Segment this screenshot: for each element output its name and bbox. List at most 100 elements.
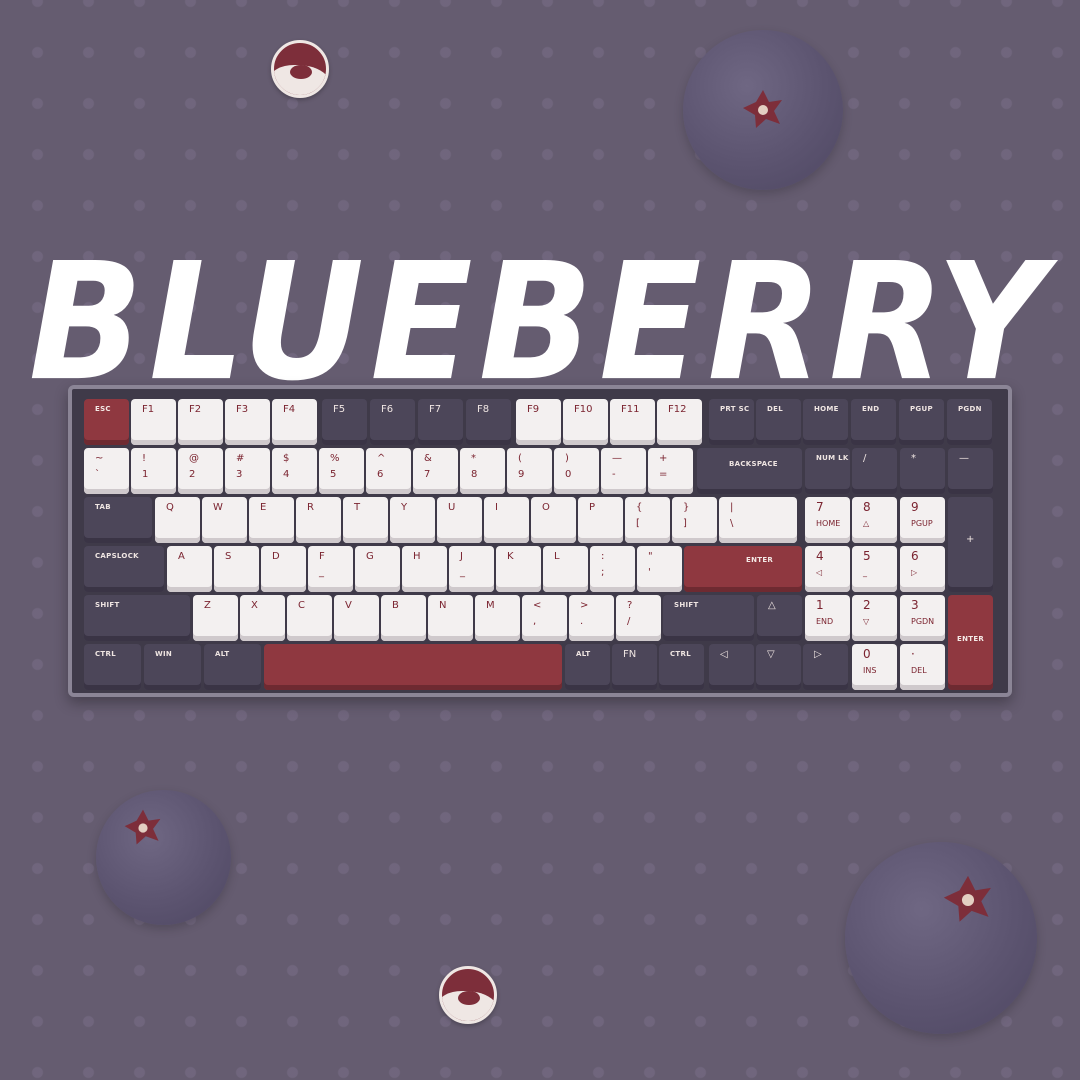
key-m[interactable]: M [475, 595, 520, 641]
key-h[interactable]: H [402, 546, 447, 592]
key-symbol[interactable]: + [948, 497, 993, 592]
key-symbol[interactable]: ▷ [803, 644, 848, 690]
key-f9[interactable]: F9 [516, 399, 561, 445]
key-pgup[interactable]: PGUP [899, 399, 944, 445]
key-q[interactable]: Q [155, 497, 200, 543]
key-end[interactable]: END [851, 399, 896, 445]
key-f-symbol[interactable]: F _ [308, 546, 353, 592]
key-f12[interactable]: F12 [657, 399, 702, 445]
key-u[interactable]: U [437, 497, 482, 543]
key-f1[interactable]: F1 [131, 399, 176, 445]
key-b[interactable]: B [381, 595, 426, 641]
key-blank[interactable] [264, 644, 562, 690]
key-enter[interactable]: ENTER [684, 546, 802, 592]
key-n[interactable]: N [428, 595, 473, 641]
key-symbol-5[interactable]: % 5 [319, 448, 364, 494]
key-home[interactable]: HOME [803, 399, 848, 445]
key-symbol-0[interactable]: ) 0 [554, 448, 599, 494]
key-v[interactable]: V [334, 595, 379, 641]
key-shift[interactable]: SHIFT [84, 595, 190, 641]
key-symbol[interactable]: * [900, 448, 945, 494]
key-9-pgup[interactable]: 9 PGUP [900, 497, 945, 543]
key-symbol-symbol[interactable]: }] [672, 497, 717, 543]
key-win[interactable]: WIN [144, 644, 201, 690]
key-symbol-symbol[interactable]: ~ ` [84, 448, 129, 494]
key-symbol-symbol[interactable]: " ' [637, 546, 682, 592]
key-symbol-symbol[interactable]: — - [601, 448, 646, 494]
key-symbol-symbol[interactable]: {[ [625, 497, 670, 543]
key-symbol-3[interactable]: #3 [225, 448, 270, 494]
key-enter[interactable]: ENTER [948, 595, 993, 690]
key-backspace[interactable]: BACKSPACE [697, 448, 802, 494]
key-symbol[interactable]: — [948, 448, 993, 494]
key-i[interactable]: I [484, 497, 529, 543]
key-o[interactable]: O [531, 497, 576, 543]
key-a[interactable]: A [167, 546, 212, 592]
key-6-symbol[interactable]: 6 ▷ [900, 546, 945, 592]
key-symbol-symbol[interactable]: :; [590, 546, 635, 592]
key-x[interactable]: X [240, 595, 285, 641]
key-symbol-9[interactable]: (9 [507, 448, 552, 494]
key-0-ins[interactable]: 0 INS [852, 644, 897, 690]
key-symbol-symbol[interactable]: + = [648, 448, 693, 494]
key-g[interactable]: G [355, 546, 400, 592]
key-symbol-6[interactable]: ^ 6 [366, 448, 411, 494]
key-k[interactable]: K [496, 546, 541, 592]
key-7-home[interactable]: 7 HOME [805, 497, 850, 543]
key-c[interactable]: C [287, 595, 332, 641]
key-e[interactable]: E [249, 497, 294, 543]
key-f10[interactable]: F10 [563, 399, 608, 445]
key-num-lk[interactable]: NUM LK [805, 448, 850, 494]
key-esc[interactable]: ESC [84, 399, 129, 445]
key-z[interactable]: Z [193, 595, 238, 641]
key-f7[interactable]: F7 [418, 399, 463, 445]
key-tab[interactable]: TAB [84, 497, 152, 543]
key-d[interactable]: D [261, 546, 306, 592]
key-r[interactable]: R [296, 497, 341, 543]
key-alt[interactable]: ALT [565, 644, 610, 690]
key-f11[interactable]: F11 [610, 399, 655, 445]
key-symbol-8[interactable]: * 8 [460, 448, 505, 494]
key-ctrl[interactable]: CTRL [84, 644, 141, 690]
key-symbol-symbol[interactable]: | \ [719, 497, 797, 543]
key-del[interactable]: DEL [756, 399, 801, 445]
key-1-end[interactable]: 1 END [805, 595, 850, 641]
key-shift[interactable]: SHIFT [663, 595, 754, 641]
key-f8[interactable]: F8 [466, 399, 511, 445]
key-2-symbol[interactable]: 2 ▽ [852, 595, 897, 641]
key-ctrl[interactable]: CTRL [659, 644, 704, 690]
key-3-pgdn[interactable]: 3 PGDN [900, 595, 945, 641]
key-symbol-symbol[interactable]: ? / [616, 595, 661, 641]
key-f5[interactable]: F5 [322, 399, 367, 445]
key-pgdn[interactable]: PGDN [947, 399, 992, 445]
key-symbol-symbol[interactable]: <, [522, 595, 567, 641]
key-symbol-symbol[interactable]: >. [569, 595, 614, 641]
key-symbol[interactable]: △ [757, 595, 802, 641]
key-symbol-2[interactable]: @2 [178, 448, 223, 494]
key-p[interactable]: P [578, 497, 623, 543]
key-4-symbol[interactable]: 4 ◁ [805, 546, 850, 592]
key-w[interactable]: W [202, 497, 247, 543]
key-alt[interactable]: ALT [204, 644, 261, 690]
key-fn[interactable]: FN [612, 644, 657, 690]
key-t[interactable]: T [343, 497, 388, 543]
key-prt-sc[interactable]: PRT SC [709, 399, 754, 445]
key-symbol-del[interactable]: · DEL [900, 644, 945, 690]
key-s[interactable]: S [214, 546, 259, 592]
key-l[interactable]: L [543, 546, 588, 592]
key-8-symbol[interactable]: 8 △ [852, 497, 897, 543]
key-capslock[interactable]: CAPSLOCK [84, 546, 164, 592]
key-f6[interactable]: F6 [370, 399, 415, 445]
key-5-symbol[interactable]: 5 _ [852, 546, 897, 592]
key-f4[interactable]: F4 [272, 399, 317, 445]
key-symbol-4[interactable]: $4 [272, 448, 317, 494]
key-symbol[interactable]: / [852, 448, 897, 494]
key-f3[interactable]: F3 [225, 399, 270, 445]
key-symbol-1[interactable]: ! 1 [131, 448, 176, 494]
key-symbol[interactable]: ▽ [756, 644, 801, 690]
key-j-symbol[interactable]: J _ [449, 546, 494, 592]
key-y[interactable]: Y [390, 497, 435, 543]
key-f2[interactable]: F2 [178, 399, 223, 445]
key-symbol[interactable]: ◁ [709, 644, 754, 690]
key-symbol-7[interactable]: & 7 [413, 448, 458, 494]
